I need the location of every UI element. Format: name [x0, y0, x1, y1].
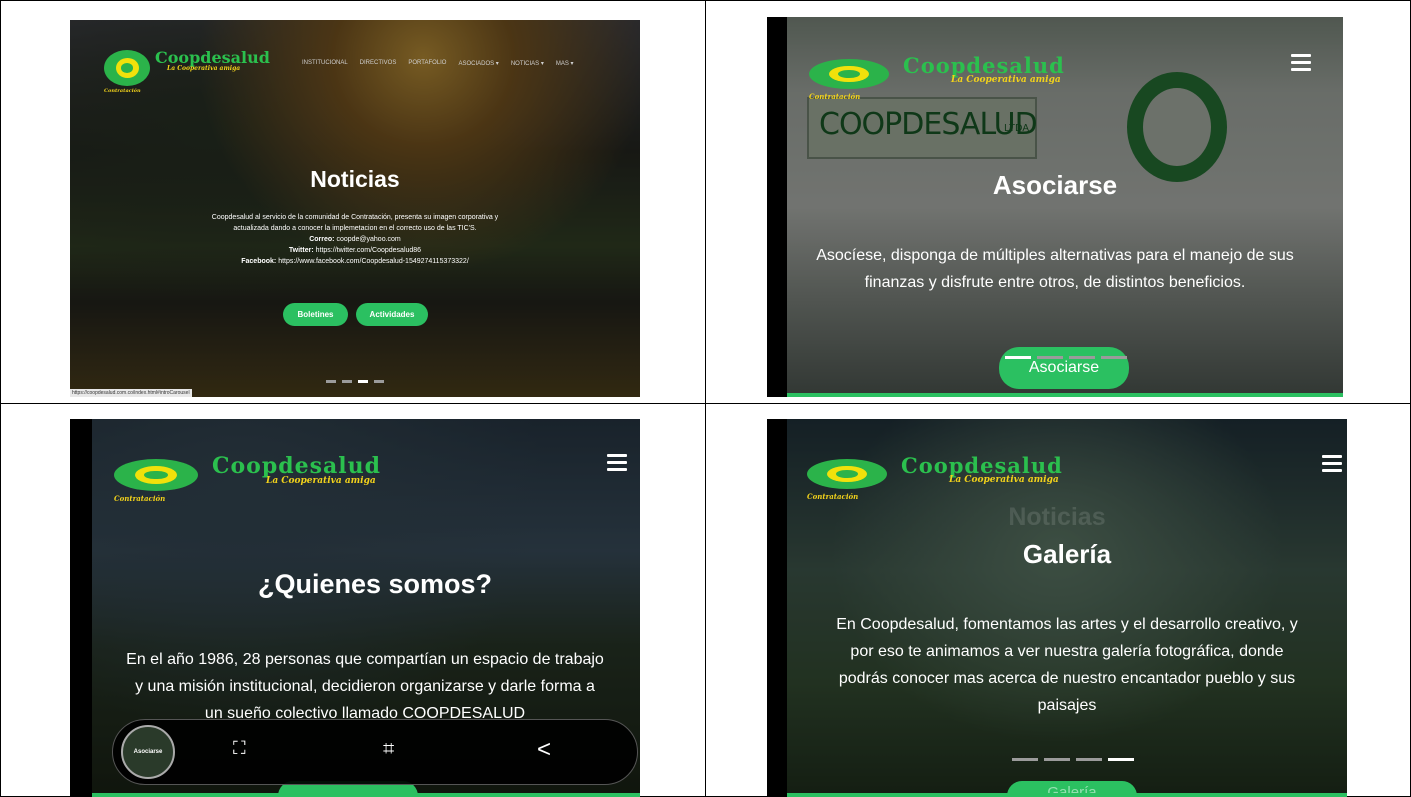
hero-text: Asocíese, disponga de múltiples alternat… — [807, 242, 1303, 296]
carousel-indicator-active[interactable] — [1005, 356, 1031, 359]
carousel-indicator[interactable] — [1069, 356, 1095, 359]
hamburger-menu-icon[interactable] — [1291, 54, 1311, 72]
site-logo[interactable]: Coopdesalud La Cooperativa amiga — [807, 455, 1063, 489]
bottom-accent-bar — [92, 793, 640, 797]
hero-text: En Coopdesalud, fomentamos las artes y e… — [797, 611, 1337, 719]
boletines-button[interactable]: Boletines — [283, 303, 348, 326]
logo-name: Coopdesalud — [903, 53, 1065, 78]
site-logo[interactable]: Coopdesalud La Cooperativa amiga — [114, 455, 381, 491]
logo-emblem-icon — [104, 50, 150, 86]
carousel-indicator[interactable] — [1012, 758, 1038, 761]
scroll-capture-icon[interactable]: ⛶ — [233, 738, 246, 759]
panel-quienes-somos-mobile: Coopdesalud La Cooperativa amiga Contrat… — [70, 419, 640, 797]
panel-asociarse-mobile: COOPDESALUD LTDA Coopdesalud La Cooperat… — [767, 17, 1343, 397]
hero-line: por eso te animamos a ver nuestra galerí… — [850, 643, 1284, 660]
carousel-indicators — [1005, 356, 1127, 359]
carousel-indicator[interactable] — [1101, 356, 1127, 359]
hero-title: Asociarse — [992, 170, 1118, 200]
ghost-previous-title: Noticias — [1008, 503, 1106, 531]
hero-title: ¿Quienes somos? — [257, 569, 493, 599]
hero-line: paisajes — [1037, 697, 1097, 714]
panel-noticias-desktop: Coopdesalud La Cooperativa amiga Contrat… — [70, 20, 640, 397]
hero-line: actualizada dando a conocer la implemeta… — [233, 225, 477, 232]
main-nav: INSTITUCIONAL DIRECTIVOS PORTAFOLIO ASOC… — [302, 60, 574, 67]
hero-line: y una misión institucional, decidieron o… — [135, 678, 595, 695]
hero-line: finanzas y disfrute entre otros, de dist… — [864, 274, 1246, 291]
logo-name: Coopdesalud — [212, 453, 381, 479]
grid-divider-horizontal — [0, 403, 1411, 404]
carousel-indicator[interactable] — [326, 380, 336, 383]
nav-noticias[interactable]: NOTICIAS ▾ — [511, 60, 544, 67]
grid-divider-vertical — [705, 0, 706, 797]
logo-subtitle: Contratación — [807, 492, 859, 501]
logo-subtitle: Contratación — [114, 494, 166, 503]
carousel-indicator[interactable] — [1044, 758, 1070, 761]
logo-name: Coopdesalud — [901, 453, 1063, 478]
carousel-indicator[interactable] — [1037, 356, 1063, 359]
hero-text: Coopdesalud al servicio de la comunidad … — [110, 212, 600, 267]
twitter-label: Twitter: — [288, 247, 314, 254]
hero-title: Noticias — [310, 166, 400, 192]
hero-title: Galería — [1022, 539, 1112, 569]
bottom-accent-bar — [787, 793, 1347, 797]
carousel-indicator-active[interactable] — [358, 380, 368, 383]
carousel-indicator[interactable] — [342, 380, 352, 383]
nav-mas[interactable]: MAS ▾ — [556, 60, 574, 67]
site-logo[interactable]: Coopdesalud La Cooperativa amiga — [104, 50, 270, 86]
carousel-indicator[interactable] — [1076, 758, 1102, 761]
hero-line: Coopdesalud al servicio de la comunidad … — [211, 214, 499, 221]
hamburger-menu-icon[interactable] — [1322, 455, 1342, 473]
status-bar-url: https://coopdesalud.com.co/index.html#in… — [70, 389, 192, 397]
actividades-button[interactable]: Actividades — [356, 303, 428, 326]
logo-name: Coopdesalud — [155, 48, 270, 67]
thumbnail-title: Asociarse — [133, 749, 163, 755]
crop-edit-icon[interactable]: ⌗ — [383, 738, 394, 761]
nav-institucional[interactable]: INSTITUCIONAL — [302, 60, 348, 67]
hero-line: En el año 1986, 28 personas que compartí… — [126, 651, 604, 668]
asociarse-button[interactable]: Asociarse — [999, 347, 1129, 389]
facebook-link[interactable]: https://www.facebook.com/Coopdesalud-154… — [278, 258, 469, 265]
carousel-indicator[interactable] — [374, 380, 384, 383]
logo-tagline: La Cooperativa amiga — [949, 475, 1059, 485]
facebook-label: Facebook: — [241, 258, 277, 265]
nav-asociados[interactable]: ASOCIADOS ▾ — [458, 60, 498, 67]
hero-text: En el año 1986, 28 personas que compartí… — [110, 646, 620, 727]
logo-emblem-icon — [809, 59, 889, 89]
carousel-indicators — [326, 380, 384, 383]
hero-line: Asocíese, disponga de múltiples alternat… — [816, 247, 1294, 264]
hero-line: podrás conocer mas acerca de nuestro enc… — [838, 670, 1296, 687]
hamburger-menu-icon[interactable] — [607, 454, 627, 472]
panel-galeria-mobile: Coopdesalud La Cooperativa amiga Contrat… — [767, 419, 1347, 797]
email-label: Correo: — [309, 236, 335, 243]
bottom-accent-bar — [787, 393, 1343, 397]
twitter-link[interactable]: https://twitter.com/Coopdesalud86 — [316, 247, 421, 254]
carousel-indicator-active[interactable] — [1108, 758, 1134, 761]
screenshot-thumbnail[interactable]: Asociarse — [121, 725, 175, 779]
share-icon[interactable]: < — [537, 736, 551, 764]
email-value: coopde@yahoo.com — [336, 236, 401, 243]
logo-tagline: La Cooperativa amiga — [951, 75, 1061, 85]
site-logo[interactable]: Coopdesalud La Cooperativa amiga — [809, 55, 1065, 89]
logo-subtitle: Contratación — [104, 88, 141, 94]
logo-emblem-icon — [114, 459, 198, 491]
logo-tagline: La Cooperativa amiga — [266, 476, 376, 486]
screenshot-toolbar: Asociarse ⛶ ⌗ < — [112, 719, 638, 785]
carousel-indicators — [1012, 758, 1134, 761]
logo-subtitle: Contratación — [809, 92, 861, 101]
logo-emblem-icon — [807, 459, 887, 489]
nav-directivos[interactable]: DIRECTIVOS — [360, 60, 397, 67]
nav-portafolio[interactable]: PORTAFOLIO — [408, 60, 446, 67]
hero-line: En Coopdesalud, fomentamos las artes y e… — [836, 616, 1298, 633]
